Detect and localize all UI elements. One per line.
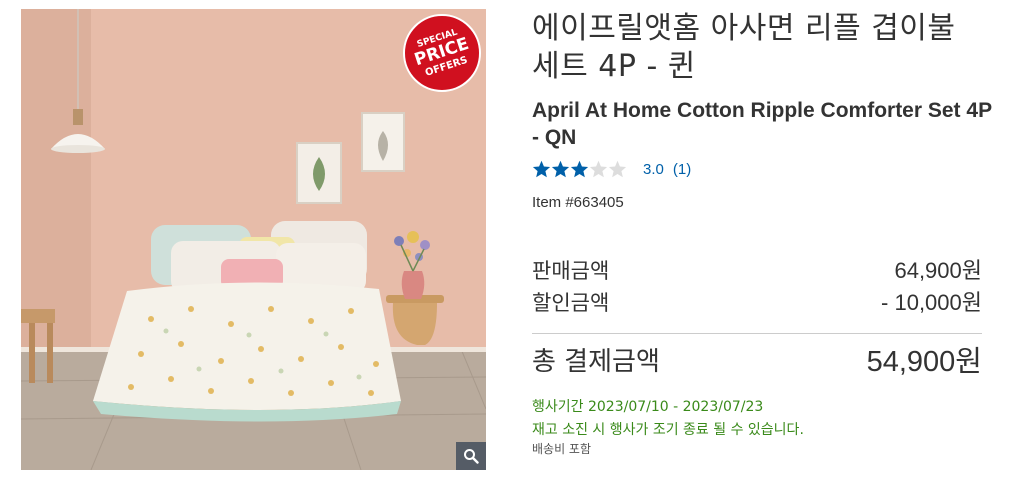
star-filled-icon <box>570 160 589 178</box>
star-filled-icon <box>532 160 551 178</box>
rating-stars <box>532 160 627 178</box>
product-image[interactable]: SPECIAL PRICE OFFERS <box>21 9 486 470</box>
shipping-info: 배송비 포함 <box>532 442 592 456</box>
product-title-english: April At Home Cotton Ripple Comforter Se… <box>532 99 992 149</box>
promotion-note: 재고 소진 시 행사가 조기 종료 될 수 있습니다. <box>532 422 804 438</box>
review-count-link[interactable]: (1) <box>673 161 691 178</box>
total-price-value: 54,900원 <box>866 346 982 378</box>
total-price-row: 총 결제금액 54,900원 <box>532 342 982 382</box>
star-filled-icon <box>551 160 570 178</box>
magnifier-icon <box>464 449 479 464</box>
star-empty-icon <box>608 160 627 178</box>
price-breakdown: 판매금액 64,900원 할인금액 - 10,000원 <box>532 255 982 319</box>
product-title-korean: 에이프릴앳홈 아사면 리플 겹이불 세트 4P - 퀸 <box>532 11 956 84</box>
item-number: Item #663405 <box>532 194 624 211</box>
discount-row: 할인금액 - 10,000원 <box>532 287 982 319</box>
sale-price-value: 64,900원 <box>894 258 982 283</box>
promotion-period: 행사기간 2023/07/10 - 2023/07/23 <box>532 399 764 415</box>
rating-value[interactable]: 3.0 <box>643 161 664 178</box>
sale-price-row: 판매금액 64,900원 <box>532 255 982 287</box>
discount-label: 할인금액 <box>532 291 610 315</box>
rating-summary[interactable]: 3.0 (1) <box>532 158 691 180</box>
sale-price-label: 판매금액 <box>532 259 610 283</box>
discount-value: - 10,000원 <box>881 290 982 315</box>
zoom-button[interactable] <box>456 442 486 470</box>
price-divider <box>532 333 982 334</box>
special-price-offers-badge: SPECIAL PRICE OFFERS <box>403 14 481 92</box>
total-price-label: 총 결제금액 <box>532 347 660 377</box>
star-empty-icon <box>589 160 608 178</box>
